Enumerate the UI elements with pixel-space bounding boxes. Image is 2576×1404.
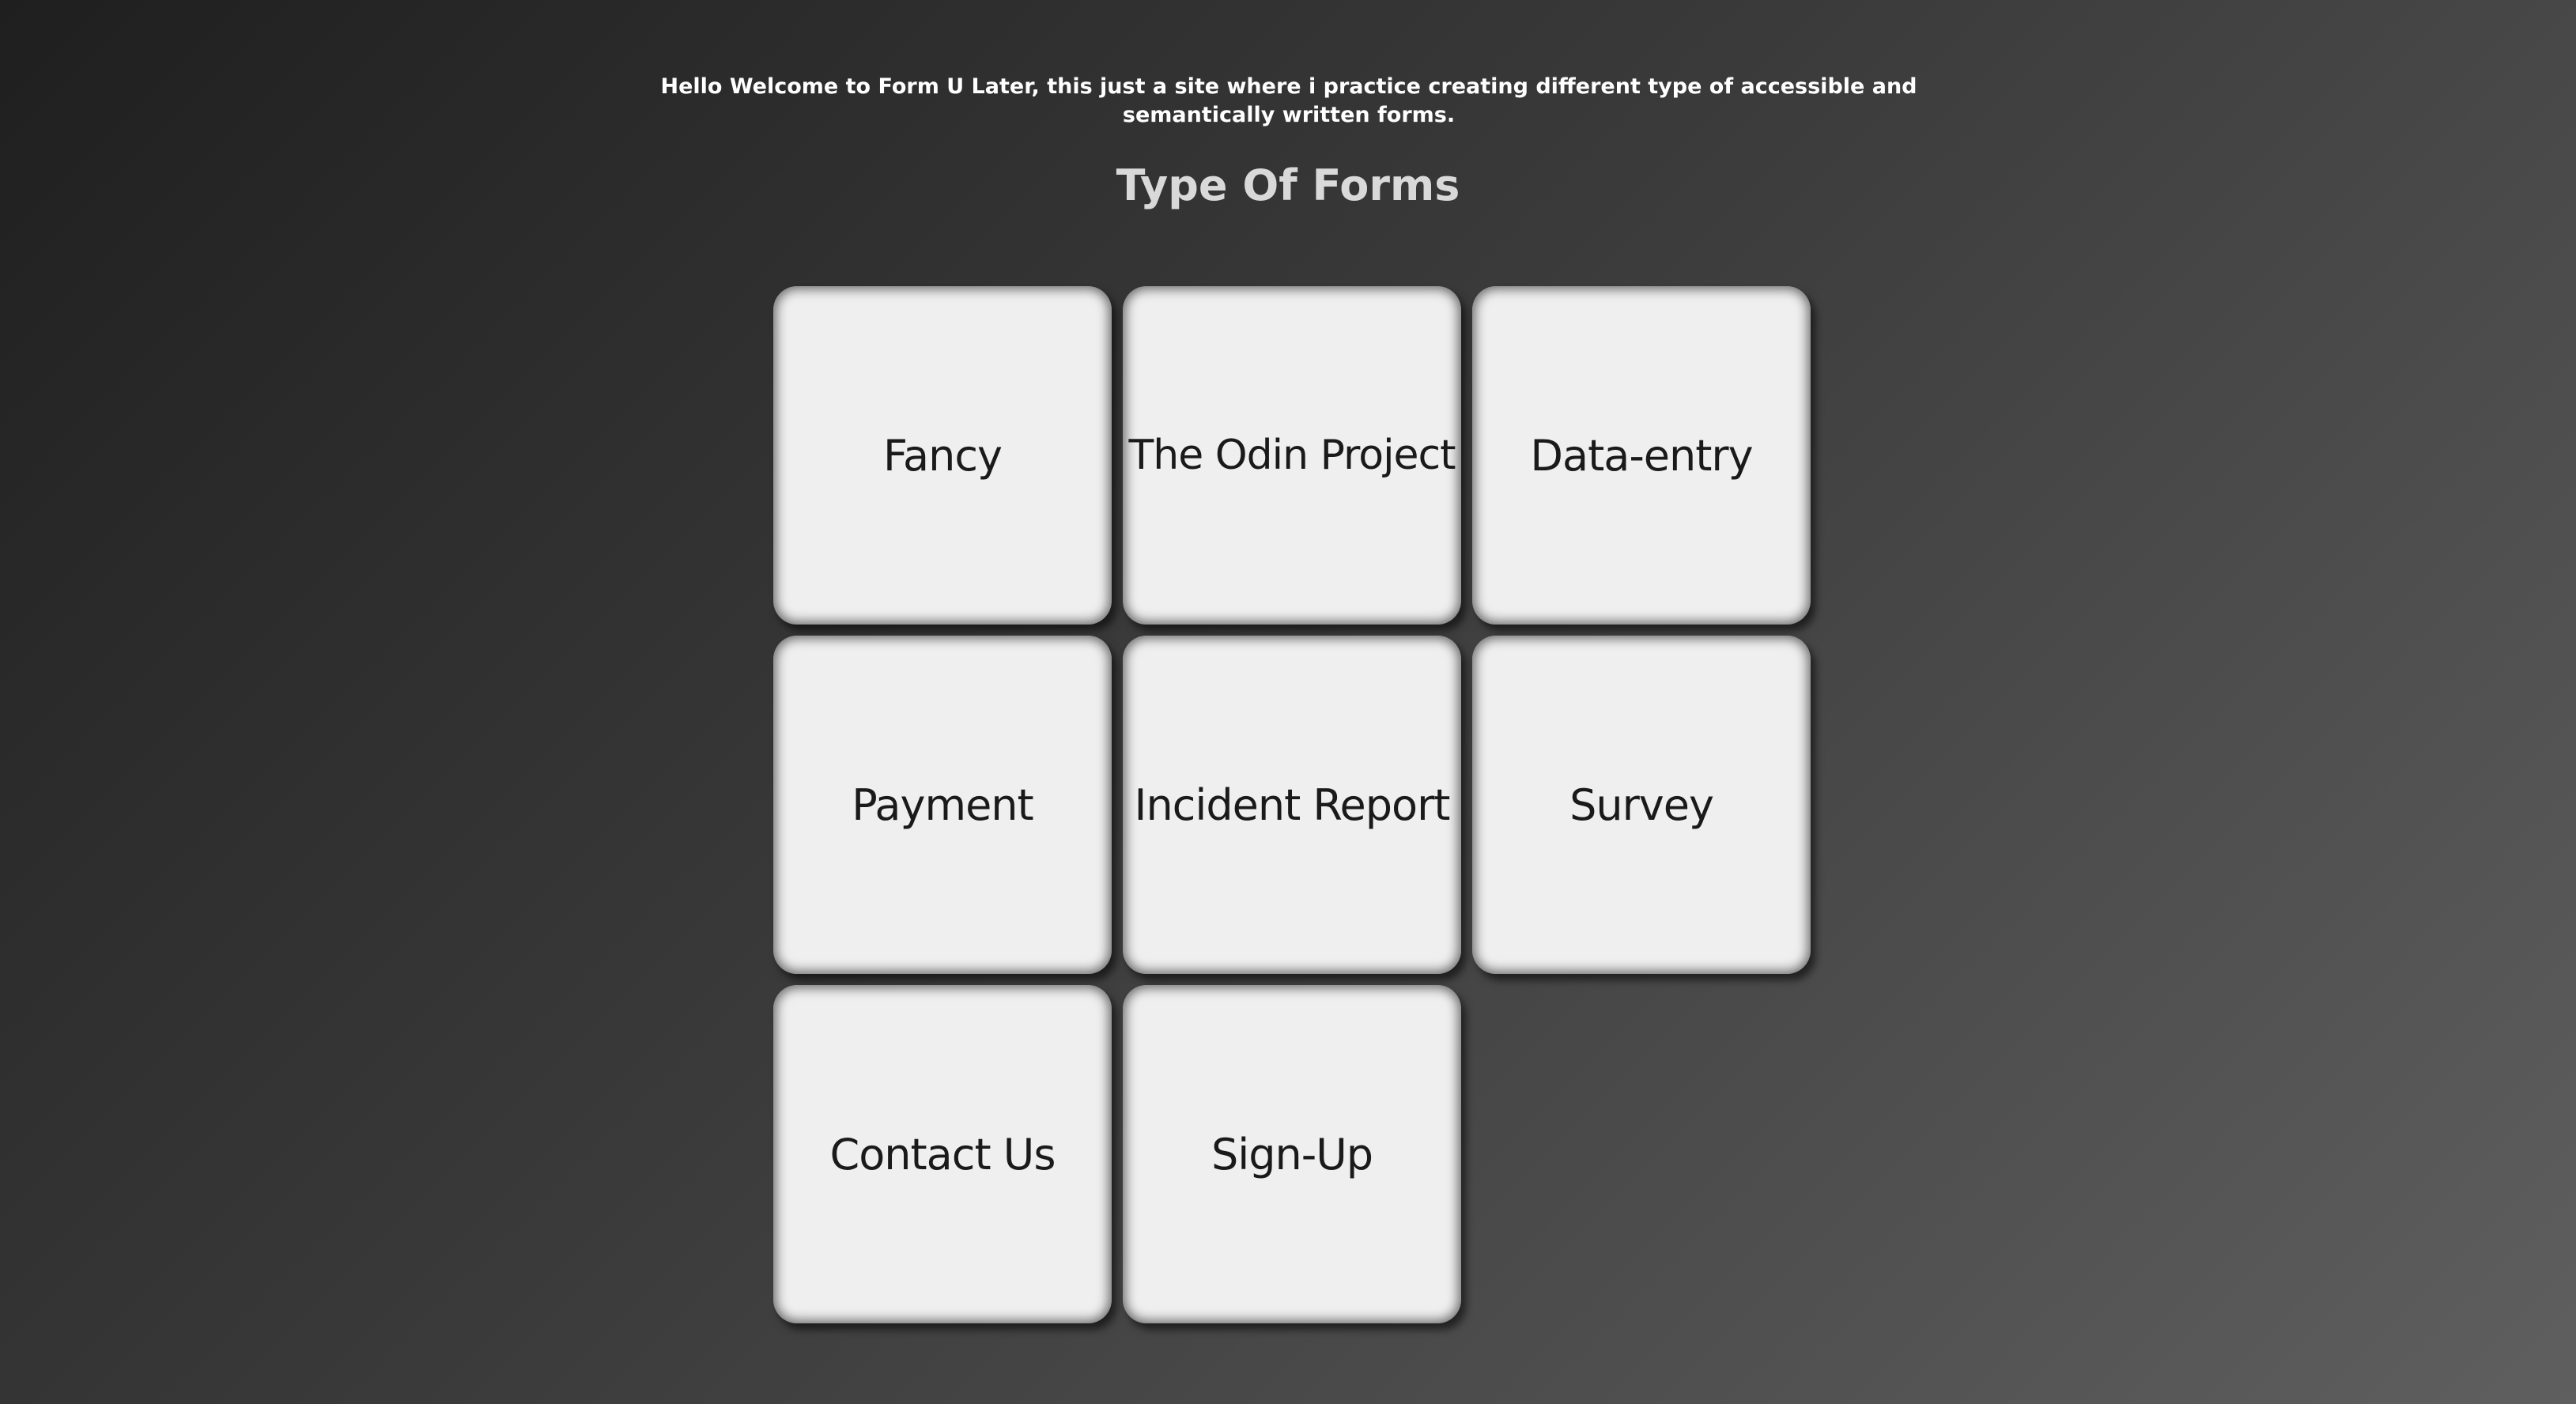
form-card-data-entry[interactable]: Data-entry — [1472, 286, 1811, 625]
form-card-label: Survey — [1569, 779, 1714, 830]
form-type-grid: Fancy The Odin Project Data-entry Paymen… — [773, 286, 1811, 1323]
form-card-label: Data-entry — [1530, 430, 1753, 481]
form-card-label: Contact Us — [829, 1129, 1056, 1179]
form-card-label: Incident Report — [1134, 779, 1451, 830]
form-card-label: Sign-Up — [1211, 1129, 1373, 1179]
form-card-fancy[interactable]: Fancy — [773, 286, 1112, 625]
page-title: Type Of Forms — [1116, 160, 1460, 210]
form-card-label: The Odin Project — [1128, 432, 1456, 479]
form-card-sign-up[interactable]: Sign-Up — [1123, 985, 1461, 1323]
form-card-label: Fancy — [882, 430, 1003, 481]
intro-text: Hello Welcome to Form U Later, this just… — [660, 74, 1917, 127]
form-card-survey[interactable]: Survey — [1472, 636, 1811, 974]
form-card-contact-us[interactable]: Contact Us — [773, 985, 1112, 1323]
form-card-incident-report[interactable]: Incident Report — [1123, 636, 1461, 974]
form-card-payment[interactable]: Payment — [773, 636, 1112, 974]
form-card-label: Payment — [852, 779, 1033, 830]
form-card-the-odin-project[interactable]: The Odin Project — [1123, 286, 1461, 625]
